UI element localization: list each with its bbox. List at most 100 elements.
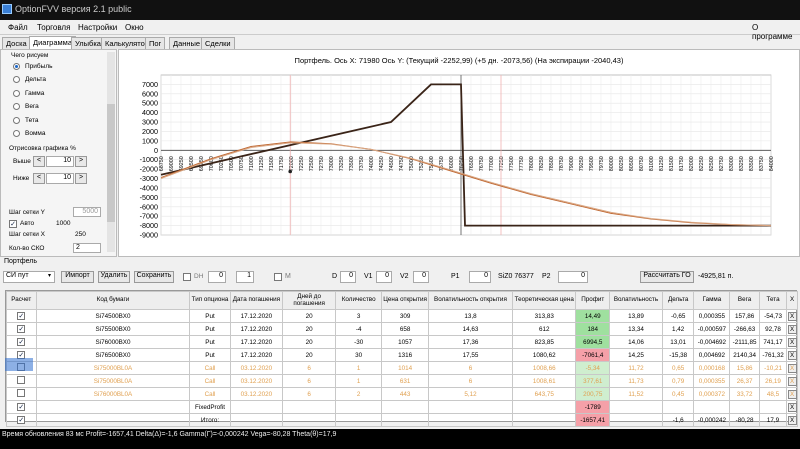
row-delete-cell[interactable]: X (786, 309, 798, 323)
table-cell[interactable] (381, 413, 429, 427)
table-cell[interactable]: 6 (427, 374, 514, 388)
row-delete-cell[interactable]: X (786, 413, 798, 427)
row-calc-cell[interactable]: ✓ (6, 309, 37, 323)
table-cell[interactable]: 1014 (381, 361, 429, 375)
table-cell[interactable]: 14,06 (609, 335, 663, 349)
tab-log[interactable]: Пог (145, 37, 166, 49)
table-cell[interactable]: 92,78 (758, 322, 788, 336)
table-cell[interactable]: Call (189, 387, 231, 401)
lower-dec-button[interactable]: < (33, 173, 45, 184)
table-cell[interactable]: -10,21 (758, 361, 788, 375)
table-cell[interactable] (661, 400, 695, 414)
table-cell[interactable]: 1,42 (661, 322, 695, 336)
table-cell[interactable]: 14,49 (575, 309, 611, 323)
table-cell[interactable]: 157,86 (729, 309, 760, 323)
table-cell[interactable]: 26,37 (729, 374, 760, 388)
tab-board[interactable]: Доска (2, 37, 31, 49)
menu-window[interactable]: Окно (125, 23, 144, 32)
table-cell[interactable]: -0,004692 (693, 335, 731, 349)
table-row[interactable]: ✓ Si76000BX0 Put 17.12.2020 20 -30 1057 17,36 82… (6, 335, 798, 349)
table-cell[interactable]: -266,63 (729, 322, 760, 336)
delete-button[interactable]: Удалить (98, 271, 130, 283)
column-header[interactable]: Вега (729, 291, 760, 310)
row-delete-cell[interactable]: X (786, 348, 798, 362)
menu-file[interactable]: Файл (8, 23, 28, 32)
table-cell[interactable] (282, 400, 336, 414)
p2-input[interactable]: 0 (558, 271, 588, 283)
row-calc-cell[interactable] (6, 387, 37, 401)
row-delete-cell[interactable]: X (786, 361, 798, 375)
row-delete-cell[interactable]: X (786, 387, 798, 401)
table-cell[interactable]: 823,85 (512, 335, 577, 349)
table-cell[interactable] (609, 413, 663, 427)
table-cell[interactable]: 3 (334, 309, 383, 323)
table-cell[interactable]: 1 (334, 374, 383, 388)
column-header[interactable]: Профит (575, 291, 611, 310)
row-calc-cell[interactable]: ✓ (6, 400, 37, 414)
column-header[interactable]: Количество (334, 291, 383, 310)
table-cell[interactable]: 17.12.2020 (229, 335, 284, 349)
table-cell[interactable] (334, 400, 383, 414)
table-cell[interactable]: 0,004692 (693, 348, 731, 362)
table-cell[interactable]: 13,34 (609, 322, 663, 336)
table-cell[interactable]: 741,17 (758, 335, 788, 349)
table-cell[interactable] (693, 400, 731, 414)
row-calc-cell[interactable] (6, 374, 37, 388)
table-cell[interactable]: -761,32 (758, 348, 788, 362)
tab-diagram[interactable]: Диаграмма (29, 36, 77, 49)
table-row[interactable]: ✓ Итого: -1657,41 -1,6 -0,000242 -80,28 17,9 X (6, 413, 798, 427)
table-cell[interactable]: Put (189, 348, 231, 362)
dh-input-2[interactable]: 1 (236, 271, 254, 283)
calc-go-button[interactable]: Рассчитать ГО (640, 271, 694, 283)
table-cell[interactable]: 20 (282, 322, 336, 336)
table-cell[interactable]: Si76500BX0 (35, 348, 191, 362)
save-button[interactable]: Сохранить (134, 271, 174, 283)
table-cell[interactable]: 0,000355 (693, 374, 731, 388)
table-cell[interactable]: 443 (381, 387, 429, 401)
table-cell[interactable]: 03.12.2020 (229, 374, 284, 388)
table-cell[interactable]: 13,89 (609, 309, 663, 323)
table-cell[interactable]: -7061,4 (575, 348, 611, 362)
lower-input[interactable]: 10 (46, 173, 74, 184)
dh-input-1[interactable]: 0 (208, 271, 226, 283)
table-cell[interactable]: 1057 (381, 335, 429, 349)
table-cell[interactable]: 26,19 (758, 374, 788, 388)
table-cell[interactable]: 612 (512, 322, 577, 336)
table-cell[interactable] (334, 413, 383, 427)
chevron-down-icon[interactable]: ▾ (45, 272, 54, 282)
table-cell[interactable]: -2111,85 (729, 335, 760, 349)
column-header[interactable]: Тета (758, 291, 788, 310)
menu-trading[interactable]: Торговля (37, 23, 70, 32)
close-icon[interactable]: X (787, 350, 797, 360)
table-cell[interactable] (35, 400, 191, 414)
table-row[interactable]: Si75000BL0A Call 03.12.2020 6 1 631 6 1008,61 37… (6, 374, 798, 388)
table-cell[interactable]: 2140,34 (729, 348, 760, 362)
row-calc-cell[interactable]: ✓ (6, 335, 37, 349)
sko-input[interactable]: 2 (73, 243, 101, 253)
table-cell[interactable]: 0,65 (661, 361, 695, 375)
row-checkbox[interactable]: ✓ (17, 338, 26, 346)
row-checkbox[interactable]: ✓ (17, 325, 26, 333)
table-cell[interactable]: Si75500BX0 (35, 322, 191, 336)
table-cell[interactable]: 17,9 (758, 413, 788, 427)
column-header[interactable]: Тип опциона (189, 291, 231, 310)
close-icon[interactable]: X (787, 311, 797, 321)
table-cell[interactable]: -4 (334, 322, 383, 336)
auto-checkbox[interactable]: ✓ (9, 220, 17, 228)
column-header[interactable]: Дней до погашения (282, 291, 336, 310)
tab-deals[interactable]: Сделки (201, 37, 235, 49)
m-checkbox[interactable] (274, 273, 282, 281)
table-cell[interactable]: 20 (282, 348, 336, 362)
table-cell[interactable]: 13,8 (427, 309, 514, 323)
v1-input[interactable]: 0 (376, 271, 392, 283)
table-cell[interactable]: Si76000BL0A (35, 387, 191, 401)
table-cell[interactable]: 0,000168 (693, 361, 731, 375)
row-delete-cell[interactable]: X (786, 335, 798, 349)
close-icon[interactable]: X (787, 415, 797, 425)
table-row[interactable]: Si75000BL0A Call 03.12.2020 6 1 1014 6 1008,66-… (6, 361, 798, 375)
table-cell[interactable] (229, 400, 284, 414)
table-cell[interactable]: 11,73 (609, 374, 663, 388)
table-cell[interactable]: 30 (334, 348, 383, 362)
table-cell[interactable]: -80,28 (729, 413, 760, 427)
dh-checkbox[interactable] (183, 273, 191, 281)
